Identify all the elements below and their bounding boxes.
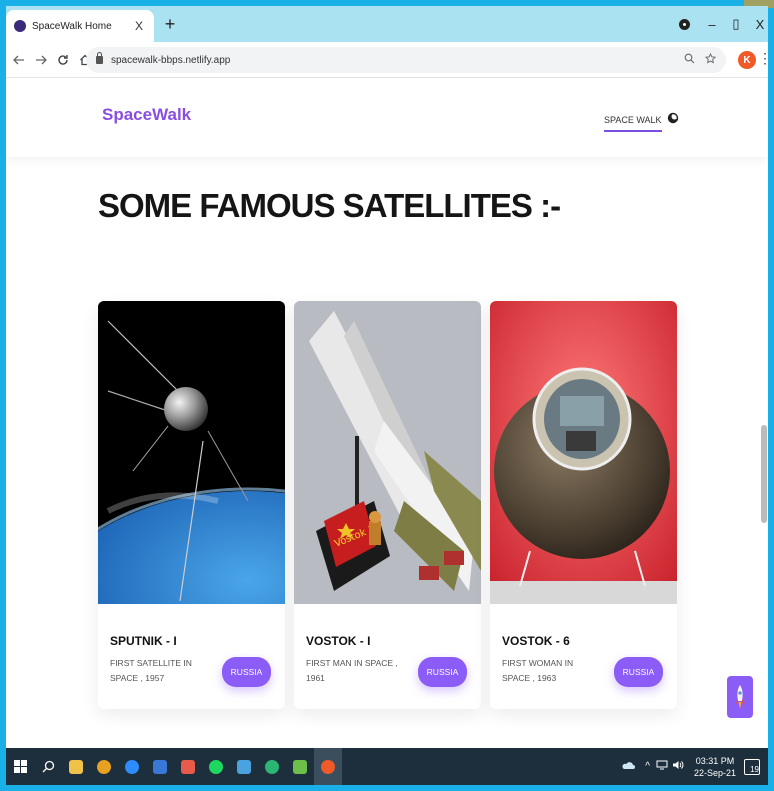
satellite-card: VOSTOK - 6 FIRST WOMAN IN SPACE , 1963 R… bbox=[490, 301, 677, 709]
reload-button[interactable] bbox=[54, 48, 72, 72]
zoom-app-icon bbox=[125, 759, 139, 774]
profile-icon bbox=[678, 18, 690, 30]
russia-button[interactable]: RUSSIA bbox=[418, 657, 467, 687]
back-button[interactable] bbox=[10, 48, 28, 72]
site-header: SpaceWalk SPACE WALK bbox=[6, 79, 768, 157]
chrome-profile-icon bbox=[321, 759, 335, 774]
satellite-card: Vostok 1 VOSTOK - I FIRST MAN IN SPACE ,… bbox=[294, 301, 481, 709]
profile-menu-button[interactable] bbox=[670, 12, 698, 36]
theme-toggle-icon[interactable] bbox=[667, 112, 679, 124]
browser-tab[interactable]: SpaceWalk Home X bbox=[6, 10, 154, 42]
bookmark-star-icon[interactable] bbox=[704, 52, 717, 67]
tab-close-button[interactable]: X bbox=[132, 19, 146, 33]
start-button[interactable] bbox=[6, 748, 34, 785]
store-icon bbox=[69, 759, 83, 774]
card-description: FIRST MAN IN SPACE , 1961 bbox=[306, 658, 398, 683]
browser-toolbar: spacewalk-bbps.netlify.app K ⋮ bbox=[6, 42, 768, 78]
chevron-up-icon[interactable]: ^ bbox=[645, 761, 650, 772]
taskbar-search-button[interactable] bbox=[34, 748, 62, 785]
vostok-1-image: Vostok 1 bbox=[294, 301, 481, 604]
notification-count: 19 bbox=[750, 764, 759, 774]
gallery-icon bbox=[237, 759, 251, 774]
code-icon bbox=[293, 759, 307, 774]
page-scrollbar[interactable] bbox=[761, 425, 767, 523]
card-title: VOSTOK - I bbox=[306, 634, 371, 648]
volume-icon[interactable] bbox=[672, 760, 684, 773]
taskbar-app-chrome[interactable] bbox=[90, 748, 118, 785]
network-icon[interactable] bbox=[656, 760, 668, 773]
taskbar-app-zoom[interactable] bbox=[118, 748, 146, 785]
taskbar-app-chrome-active[interactable] bbox=[314, 748, 342, 785]
spotify-icon bbox=[209, 759, 223, 774]
windows-logo-icon bbox=[13, 760, 27, 773]
files-icon bbox=[153, 759, 167, 774]
card-description: FIRST WOMAN IN SPACE , 1963 bbox=[502, 658, 574, 683]
taskbar-app-gallery[interactable] bbox=[230, 748, 258, 785]
web-page: SpaceWalk SPACE WALK SOME FAMOUS SATELLI… bbox=[6, 79, 768, 748]
close-window-button[interactable]: X bbox=[746, 12, 768, 36]
card-title: VOSTOK - 6 bbox=[502, 634, 570, 648]
chrome-icon bbox=[97, 759, 111, 774]
taskbar-app-photos[interactable] bbox=[174, 748, 202, 785]
scroll-to-top-button[interactable] bbox=[727, 676, 753, 718]
edge-icon bbox=[265, 759, 279, 774]
lock-icon bbox=[96, 52, 103, 64]
card-body: VOSTOK - 6 FIRST WOMAN IN SPACE , 1963 R… bbox=[490, 604, 677, 709]
taskbar-app-files[interactable] bbox=[146, 748, 174, 785]
clock-time: 03:31 PM bbox=[695, 755, 735, 766]
taskbar-app-store[interactable] bbox=[62, 748, 90, 785]
russia-button[interactable]: RUSSIA bbox=[614, 657, 663, 687]
nav-link-space-walk[interactable]: SPACE WALK bbox=[604, 115, 662, 132]
search-icon bbox=[42, 760, 54, 773]
browser-menu-icon[interactable]: ⋮ bbox=[758, 50, 768, 67]
taskbar-app-code[interactable] bbox=[286, 748, 314, 785]
rocket-icon bbox=[735, 685, 745, 709]
clock-date: 22-Sep-21 bbox=[693, 767, 736, 778]
address-bar[interactable]: spacewalk-bbps.netlify.app bbox=[86, 47, 726, 73]
tab-strip: SpaceWalk Home X + – ▯ X bbox=[6, 6, 768, 42]
zoom-icon[interactable] bbox=[684, 53, 695, 67]
card-body: VOSTOK - I FIRST MAN IN SPACE , 1961 RUS… bbox=[294, 604, 481, 709]
tab-title: SpaceWalk Home bbox=[32, 20, 112, 32]
taskbar-clock[interactable]: 03:31 PM 22-Sep-21 bbox=[694, 755, 736, 779]
sputnik-image bbox=[98, 301, 285, 604]
vostok-6-image bbox=[490, 301, 677, 604]
satellite-card: SPUTNIK - I FIRST SATELLITE IN SPACE , 1… bbox=[98, 301, 285, 709]
arrow-left-icon bbox=[13, 55, 24, 64]
url-text: spacewalk-bbps.netlify.app bbox=[111, 54, 231, 66]
forward-button[interactable] bbox=[32, 48, 50, 72]
taskbar-app-edge[interactable] bbox=[258, 748, 286, 785]
photos-icon bbox=[181, 759, 195, 774]
new-tab-button[interactable]: + bbox=[158, 12, 182, 36]
card-body: SPUTNIK - I FIRST SATELLITE IN SPACE , 1… bbox=[98, 604, 285, 709]
reload-icon bbox=[58, 54, 68, 65]
notification-center-button[interactable]: 19 bbox=[744, 758, 760, 775]
card-title: SPUTNIK - I bbox=[110, 634, 177, 648]
site-favicon-icon bbox=[14, 20, 26, 32]
browser-window: SpaceWalk Home X + – ▯ X spacewalk-bbps.… bbox=[6, 6, 768, 748]
onedrive-icon[interactable] bbox=[621, 760, 636, 773]
arrow-right-icon bbox=[36, 55, 47, 64]
section-heading: SOME FAMOUS SATELLITES :- bbox=[98, 187, 561, 224]
card-description: FIRST SATELLITE IN SPACE , 1957 bbox=[110, 658, 192, 683]
taskbar-app-spotify[interactable] bbox=[202, 748, 230, 785]
system-tray: ^ 03:31 PM 22-Sep-21 19 bbox=[621, 748, 768, 785]
site-logo[interactable]: SpaceWalk bbox=[102, 105, 191, 125]
windows-taskbar: ^ 03:31 PM 22-Sep-21 19 bbox=[6, 748, 768, 785]
russia-button[interactable]: RUSSIA bbox=[222, 657, 271, 687]
profile-avatar[interactable]: K bbox=[738, 51, 756, 69]
